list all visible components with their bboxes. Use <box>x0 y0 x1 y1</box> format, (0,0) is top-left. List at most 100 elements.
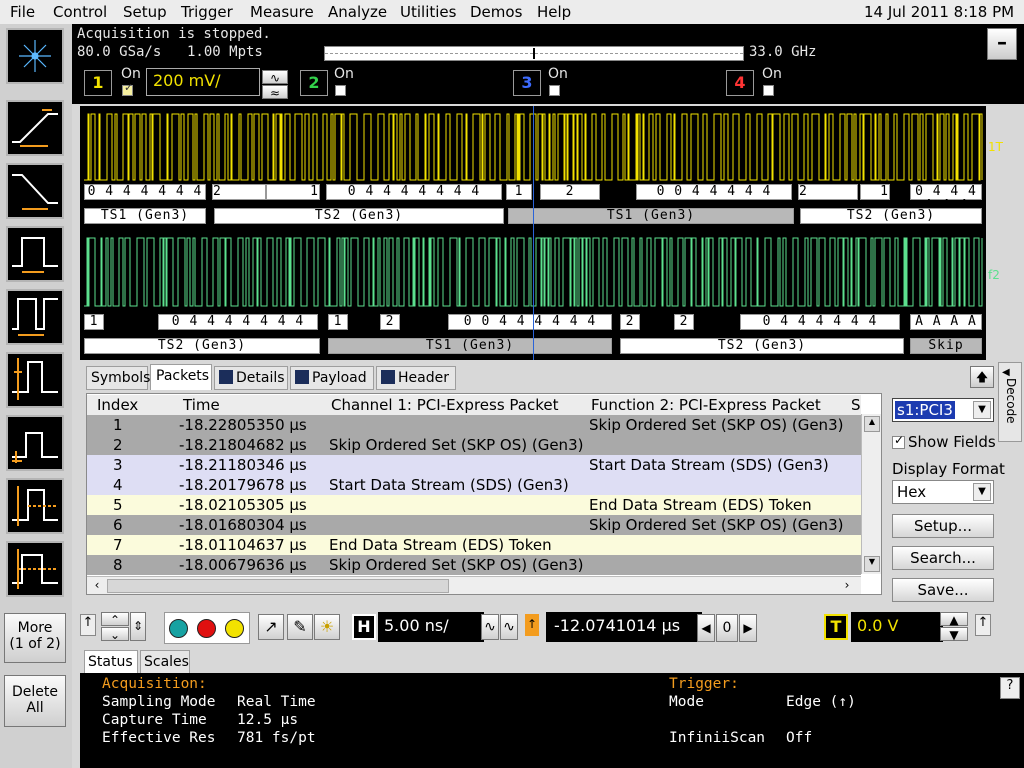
setup-hold-trigger-button[interactable] <box>6 541 64 597</box>
table-row[interactable]: 8 -18.00679636 µs Skip Ordered Set (SKP OS… <box>87 555 861 575</box>
delay-left-icon[interactable]: ◀ <box>697 614 715 642</box>
channel-2-checkbox[interactable] <box>335 85 346 96</box>
search-button[interactable]: Search... <box>892 546 994 570</box>
time-reference-cursor[interactable] <box>533 106 534 360</box>
minimize-icon[interactable]: – <box>987 28 1017 60</box>
clear-display-icon[interactable]: ✎ <box>287 614 313 640</box>
run-button-icon[interactable] <box>169 619 188 638</box>
channel-4-checkbox[interactable] <box>763 85 774 96</box>
display-format-select[interactable]: Hex ▼ <box>892 480 994 504</box>
tab-status[interactable]: Status <box>84 650 138 674</box>
lane1-packet-2[interactable]: TS1 (Gen3) <box>508 208 794 224</box>
menu-help[interactable]: Help <box>537 3 571 21</box>
decode-side-tab[interactable]: ◀ Decode <box>998 362 1022 442</box>
channel-1-ground-marker[interactable]: 1T <box>988 140 1003 154</box>
menu-demos[interactable]: Demos <box>470 3 522 21</box>
period-trigger-button[interactable] <box>6 289 64 345</box>
pulse-width-trigger-button[interactable] <box>6 226 64 282</box>
table-row[interactable]: 3 -18.21180346 µs Start Data Stream (SDS) … <box>87 455 861 475</box>
pin-right-icon[interactable]: ↑ <box>975 614 991 636</box>
channel-3-checkbox[interactable] <box>549 85 560 96</box>
stop-button-icon[interactable] <box>197 619 216 638</box>
col-ch1-header[interactable]: Channel 1: PCI-Express Packet <box>331 395 558 415</box>
memory-bar[interactable] <box>324 46 744 61</box>
table-vertical-scrollbar[interactable]: ▲ ▼ <box>861 414 881 574</box>
lane1-packet-1[interactable]: TS2 (Gen3) <box>214 208 504 224</box>
tab-payload[interactable]: Payload <box>290 366 374 390</box>
table-row[interactable]: 6 -18.01680304 µs Skip Ordered Set (SKP OS… <box>87 515 861 535</box>
default-setup-icon[interactable]: ☀ <box>314 614 340 640</box>
table-horizontal-scrollbar[interactable]: ‹ › <box>87 576 861 594</box>
tab-header[interactable]: Header <box>376 366 456 390</box>
channel-4-button[interactable]: 4 <box>726 70 754 96</box>
pin-icon[interactable]: ↑ <box>80 614 96 636</box>
tab-details[interactable]: Details <box>214 366 288 390</box>
zoom-out-icon[interactable]: ∿ <box>500 614 518 640</box>
delay-field[interactable]: -12.0741014 µs <box>546 612 702 642</box>
col-s-header[interactable]: S <box>851 395 861 415</box>
menu-trigger[interactable]: Trigger <box>181 3 233 21</box>
table-row[interactable]: 7 -18.01104637 µs End Data Stream (EDS) To… <box>87 535 861 555</box>
tab-scales[interactable]: Scales <box>140 650 190 674</box>
function-2-ground-marker[interactable]: f2 <box>988 268 1000 282</box>
rising-edge-trigger-button[interactable] <box>6 100 64 156</box>
delete-all-button[interactable]: Delete All <box>4 675 66 727</box>
runt-trigger-button[interactable] <box>6 415 64 471</box>
scroll-right-icon[interactable]: › <box>839 578 855 592</box>
table-row[interactable]: 4 -18.20179678 µs Start Data Stream (SDS) … <box>87 475 861 495</box>
scroll-both-button[interactable]: ⇕ <box>130 612 146 641</box>
format-chevron-down-icon[interactable]: ▼ <box>973 483 991 501</box>
lane2-packet-3[interactable]: Skip <box>910 338 982 354</box>
decode-source-select[interactable]: s1:PCI3 ▼ <box>892 398 994 422</box>
more-button[interactable]: More (1 of 2) <box>4 613 66 663</box>
col-index-header[interactable]: Index <box>97 395 138 415</box>
trigger-level-up-icon[interactable]: ▲ <box>940 612 968 627</box>
col-f2-header[interactable]: Function 2: PCI-Express Packet <box>591 395 821 415</box>
table-row[interactable]: 1 -18.22805350 µs Skip Ordered Set (SKP OS… <box>87 415 861 435</box>
dc-coupling-button[interactable]: ≈ <box>262 85 288 100</box>
lane2-packet-0[interactable]: TS2 (Gen3) <box>84 338 320 354</box>
channel-2-button[interactable]: 2 <box>300 70 328 96</box>
scroll-up-button[interactable]: ⌃ <box>101 612 129 627</box>
menu-setup[interactable]: Setup <box>123 3 167 21</box>
menu-file[interactable]: File <box>10 3 35 21</box>
autoscale-icon[interactable]: ↗ <box>258 614 284 640</box>
horizontal-scroll-thumb[interactable] <box>107 579 449 593</box>
channel-3-button[interactable]: 3 <box>513 70 541 96</box>
lane1-packet-0[interactable]: TS1 (Gen3) <box>84 208 206 224</box>
menu-utilities[interactable]: Utilities <box>400 3 456 21</box>
lane2-packet-1[interactable]: TS1 (Gen3) <box>328 338 612 354</box>
lane1-packet-3[interactable]: TS2 (Gen3) <box>800 208 982 224</box>
scroll-left-icon[interactable]: ‹ <box>89 578 105 592</box>
chevron-down-icon[interactable]: ▼ <box>973 401 991 419</box>
waveform-display[interactable]: 0 4 4 4 4 4 4 2 1 0 4 4 4 4 4 4 4 1 2 0 … <box>80 106 986 360</box>
glitch-trigger-button[interactable] <box>6 352 64 408</box>
trigger-level-down-icon[interactable]: ▼ <box>940 627 968 642</box>
setup-button[interactable]: Setup... <box>892 514 994 538</box>
logo-button[interactable] <box>6 28 64 84</box>
horizontal-button[interactable]: H <box>352 614 376 640</box>
lane2-packet-2[interactable]: TS2 (Gen3) <box>620 338 904 354</box>
menu-control[interactable]: Control <box>53 3 107 21</box>
single-button-icon[interactable] <box>225 619 244 638</box>
timeout-trigger-button[interactable] <box>6 478 64 534</box>
timebase-field[interactable]: 5.00 ns/ <box>378 612 484 642</box>
trigger-level-field[interactable]: 0.0 V <box>851 612 943 642</box>
falling-edge-trigger-button[interactable] <box>6 163 64 219</box>
pop-out-button[interactable]: 🡅 <box>970 366 994 388</box>
ac-coupling-button[interactable]: ∿ <box>262 70 288 85</box>
show-fields-checkbox[interactable]: ✓ <box>892 433 905 449</box>
channel-1-scale[interactable]: 200 mV/ <box>146 68 260 96</box>
channel-1-checkbox[interactable]: ✓ <box>122 81 133 96</box>
scroll-up-icon[interactable]: ▲ <box>864 416 880 432</box>
trigger-position-icon[interactable]: ↑ <box>525 614 539 636</box>
zoom-in-icon[interactable]: ∿ <box>481 614 499 640</box>
col-time-header[interactable]: Time <box>183 395 220 415</box>
table-row[interactable]: 2 -18.21804682 µs Skip Ordered Set (SKP OS… <box>87 435 861 455</box>
menu-measure[interactable]: Measure <box>250 3 314 21</box>
tab-symbols[interactable]: Symbols <box>86 366 150 390</box>
menu-analyze[interactable]: Analyze <box>328 3 387 21</box>
delay-zero-button[interactable]: 0 <box>716 614 738 642</box>
help-icon[interactable]: ? <box>1000 677 1020 699</box>
channel-1-button[interactable]: 1 <box>84 70 112 96</box>
